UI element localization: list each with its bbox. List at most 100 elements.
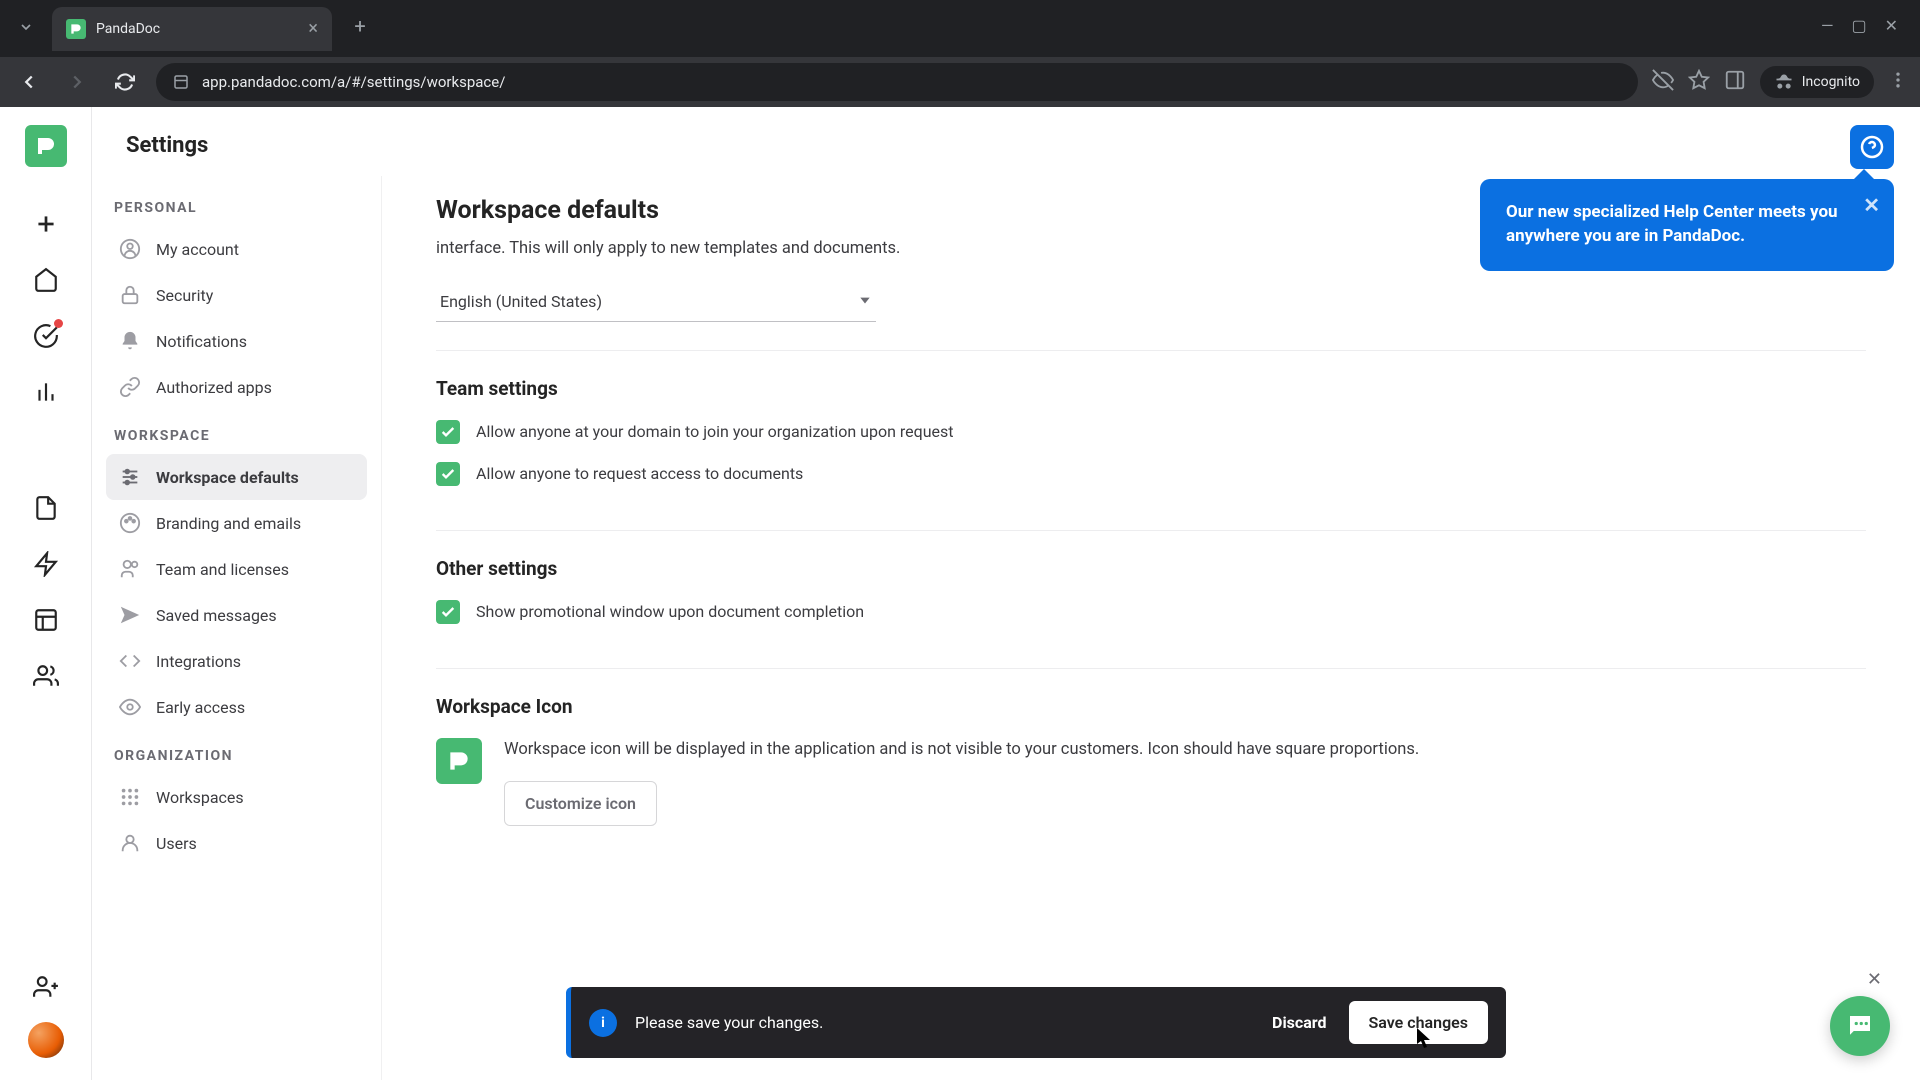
language-value: English (United States) [440, 292, 602, 311]
info-icon: i [589, 1009, 617, 1037]
rail-user-avatar[interactable] [28, 1022, 64, 1058]
nav-users[interactable]: Users [106, 820, 367, 866]
lock-icon [118, 283, 142, 307]
sliders-icon [118, 465, 142, 489]
tab-favicon [66, 19, 86, 39]
workspace-icon-preview [436, 738, 482, 784]
minimize-icon[interactable]: — [1821, 16, 1834, 35]
help-tooltip: ✕ Our new specialized Help Center meets … [1480, 179, 1894, 271]
customize-icon-button[interactable]: Customize icon [504, 781, 657, 826]
incognito-badge[interactable]: Incognito [1760, 66, 1874, 98]
help-button[interactable] [1850, 125, 1894, 169]
back-button[interactable] [12, 65, 46, 99]
new-tab-button[interactable]: + [342, 8, 378, 44]
settings-sidebar: PERSONAL My account Security Notificatio… [92, 176, 382, 1080]
browser-tab-strip: PandaDoc × + — ▢ ✕ [0, 0, 1920, 57]
nav-early-access[interactable]: Early access [106, 684, 367, 730]
rail-catalog-icon[interactable] [25, 599, 67, 641]
dismiss-icon[interactable]: ✕ [1867, 969, 1882, 990]
grid-icon [118, 785, 142, 809]
eye-icon [118, 695, 142, 719]
nav-label: Early access [156, 698, 245, 717]
tab-close-icon[interactable]: × [308, 18, 318, 39]
discard-button[interactable]: Discard [1272, 1013, 1326, 1032]
nav-label: Branding and emails [156, 514, 301, 533]
window-controls: — ▢ ✕ [1821, 16, 1920, 57]
url-text: app.pandadoc.com/a/#/settings/workspace/ [202, 73, 505, 91]
icon-section-title: Workspace Icon [436, 695, 1866, 718]
nav-label: Workspaces [156, 788, 244, 807]
nav-branding[interactable]: Branding and emails [106, 500, 367, 546]
browser-tab[interactable]: PandaDoc × [52, 7, 332, 51]
save-changes-button[interactable]: Save changes [1349, 1001, 1488, 1044]
nav-label: Saved messages [156, 606, 277, 625]
check-label: Show promotional window upon document co… [476, 602, 864, 621]
address-bar[interactable]: app.pandadoc.com/a/#/settings/workspace/ [156, 63, 1638, 101]
section-label-organization: ORGANIZATION [106, 730, 367, 774]
nav-authorized-apps[interactable]: Authorized apps [106, 364, 367, 410]
section-label-workspace: WORKSPACE [106, 410, 367, 454]
nav-label: Security [156, 286, 213, 305]
tab-search-button[interactable] [8, 9, 44, 45]
save-message: Please save your changes. [635, 1013, 823, 1032]
maximize-icon[interactable]: ▢ [1851, 16, 1866, 35]
tab-title: PandaDoc [96, 21, 160, 37]
nav-label: Team and licenses [156, 560, 289, 579]
rail-invite-icon[interactable] [25, 966, 67, 1008]
eye-off-icon[interactable] [1652, 69, 1674, 95]
forward-button[interactable] [60, 65, 94, 99]
close-window-icon[interactable]: ✕ [1885, 16, 1898, 35]
main-content: Workspace defaults interface. This will … [382, 176, 1920, 1080]
user-icon [118, 237, 142, 261]
language-select[interactable]: English (United States) [436, 262, 876, 322]
chevron-down-icon [858, 292, 872, 311]
page-title: Settings [126, 133, 1886, 158]
rail-add-button[interactable] [25, 203, 67, 245]
nav-team[interactable]: Team and licenses [106, 546, 367, 592]
team-section-title: Team settings [436, 377, 1866, 400]
rail-documents-icon[interactable] [25, 487, 67, 529]
people-icon [118, 557, 142, 581]
rail-reports-icon[interactable] [25, 371, 67, 413]
tooltip-close-icon[interactable]: ✕ [1863, 191, 1880, 219]
nav-label: Users [156, 834, 197, 853]
nav-workspaces[interactable]: Workspaces [106, 774, 367, 820]
checkbox[interactable] [436, 600, 460, 624]
other-section-title: Other settings [436, 557, 1866, 580]
nav-security[interactable]: Security [106, 272, 367, 318]
nav-label: Notifications [156, 332, 247, 351]
link-icon [118, 375, 142, 399]
send-icon [118, 603, 142, 627]
checkbox[interactable] [436, 462, 460, 486]
rail-templates-icon[interactable] [25, 543, 67, 585]
nav-notifications[interactable]: Notifications [106, 318, 367, 364]
checkbox[interactable] [436, 420, 460, 444]
nav-integrations[interactable]: Integrations [106, 638, 367, 684]
nav-my-account[interactable]: My account [106, 226, 367, 272]
incognito-label: Incognito [1802, 74, 1860, 90]
palette-icon [118, 511, 142, 535]
browser-toolbar: app.pandadoc.com/a/#/settings/workspace/… [0, 57, 1920, 107]
rail-home-icon[interactable] [25, 259, 67, 301]
rail-activity-icon[interactable] [25, 315, 67, 357]
nav-label: Authorized apps [156, 378, 272, 397]
nav-label: My account [156, 240, 239, 259]
rail-contacts-icon[interactable] [25, 655, 67, 697]
section-label-personal: PERSONAL [106, 182, 367, 226]
nav-label: Workspace defaults [156, 468, 299, 487]
nav-label: Integrations [156, 652, 241, 671]
reload-button[interactable] [108, 65, 142, 99]
check-label: Allow anyone at your domain to join your… [476, 422, 954, 441]
panel-icon[interactable] [1724, 69, 1746, 95]
app-logo[interactable] [25, 125, 67, 167]
check-label: Allow anyone to request access to docume… [476, 464, 803, 483]
kebab-icon[interactable] [1888, 70, 1908, 94]
code-icon [118, 649, 142, 673]
nav-saved-messages[interactable]: Saved messages [106, 592, 367, 638]
user-solo-icon [118, 831, 142, 855]
chat-fab[interactable] [1830, 996, 1890, 1056]
bell-icon [118, 329, 142, 353]
nav-workspace-defaults[interactable]: Workspace defaults [106, 454, 367, 500]
app-rail [0, 107, 92, 1080]
star-icon[interactable] [1688, 69, 1710, 95]
